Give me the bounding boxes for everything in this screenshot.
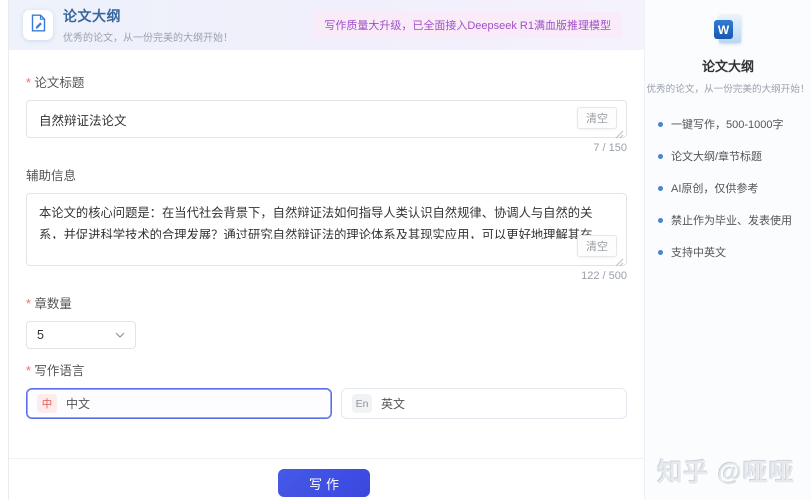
- feature-item: AI原创，仅供参考: [658, 180, 811, 196]
- chevron-down-icon: [115, 332, 125, 338]
- info-sidebar: W 论文大纲 优秀的论文，从一份完美的大纲开始！ 一键写作，500-1000字 …: [644, 0, 811, 500]
- info-field-label: 辅助信息: [26, 169, 77, 183]
- bullet-dot-icon: [658, 249, 663, 255]
- language-option-chinese[interactable]: 中 中文: [26, 388, 332, 419]
- header: 论文大纲 优秀的论文，从一份完美的大纲开始！ 写作质量大升级，已全面接入Deep…: [9, 0, 644, 50]
- language-option-label: 中文: [66, 397, 91, 411]
- page-title: 论文大纲: [63, 8, 121, 24]
- main-panel: 论文大纲 优秀的论文，从一份完美的大纲开始！ 写作质量大升级，已全面接入Deep…: [8, 0, 645, 500]
- sidebar-subtitle: 优秀的论文，从一份完美的大纲开始！: [646, 84, 810, 95]
- page-subtitle: 优秀的论文，从一份完美的大纲开始！: [63, 33, 233, 44]
- bullet-dot-icon: [658, 153, 663, 159]
- zhihu-watermark: 知乎 @哑哑: [657, 459, 795, 487]
- resize-handle-icon[interactable]: [615, 254, 624, 267]
- feature-item: 论文大纲/章节标题: [658, 148, 811, 164]
- language-option-label: 英文: [381, 397, 406, 411]
- title-char-counter: 7 / 150: [593, 142, 627, 154]
- chapter-count-value: 5: [37, 328, 44, 342]
- feature-list: 一键写作，500-1000字 论文大纲/章节标题 AI原创，仅供参考 禁止作为毕…: [658, 116, 811, 260]
- outline-form: 论文标题 清空 7 / 150 辅助信息 本论文的核心问题是：在当代社会背景下，…: [9, 50, 644, 419]
- language-options: 中 中文 En 英文: [26, 388, 627, 419]
- info-char-counter: 122 / 500: [581, 270, 627, 282]
- feature-item: 一键写作，500-1000字: [658, 116, 811, 132]
- feature-item: 禁止作为毕业、发表使用: [658, 212, 811, 228]
- write-button[interactable]: 写作: [278, 469, 370, 497]
- language-option-english[interactable]: En 英文: [341, 388, 627, 419]
- title-input[interactable]: [27, 101, 548, 137]
- title-input-box: 清空: [26, 100, 627, 139]
- footer-divider: [9, 458, 645, 459]
- english-badge: En: [352, 394, 372, 413]
- info-textarea[interactable]: 本论文的核心问题是：在当代社会背景下，自然辩证法如何指导人类认识自然规律、协调人…: [27, 194, 616, 239]
- info-clear-button[interactable]: 清空: [577, 235, 617, 257]
- resize-handle-icon[interactable]: [615, 126, 624, 139]
- title-clear-button[interactable]: 清空: [577, 107, 617, 129]
- feature-item: 支持中英文: [658, 244, 811, 260]
- header-titles: 论文大纲 优秀的论文，从一份完美的大纲开始！: [63, 6, 233, 44]
- sidebar-title: 论文大纲: [701, 59, 754, 74]
- chinese-badge: 中: [37, 394, 57, 413]
- bullet-dot-icon: [658, 121, 663, 127]
- app-window: 论文大纲 优秀的论文，从一份完美的大纲开始！ 写作质量大升级，已全面接入Deep…: [0, 0, 811, 500]
- word-document-icon: W: [712, 15, 744, 45]
- document-pen-icon: [30, 14, 47, 37]
- bullet-dot-icon: [658, 217, 663, 223]
- promo-banner: 写作质量大升级，已全面接入Deepseek R1满血版推理模型: [313, 12, 622, 38]
- title-field-label: 论文标题: [26, 72, 627, 91]
- app-logo: [23, 10, 53, 40]
- chapter-count-select[interactable]: 5: [26, 321, 136, 349]
- language-field-label: 写作语言: [26, 360, 627, 379]
- info-textarea-box: 本论文的核心问题是：在当代社会背景下，自然辩证法如何指导人类认识自然规律、协调人…: [26, 193, 627, 267]
- chapters-field-label: 章数量: [26, 293, 627, 312]
- word-letter: W: [714, 20, 733, 39]
- bullet-dot-icon: [658, 185, 663, 191]
